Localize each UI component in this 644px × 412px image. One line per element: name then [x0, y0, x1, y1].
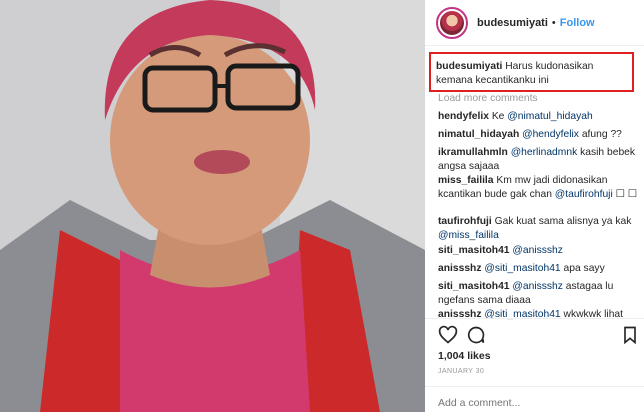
- comment-mention[interactable]: @anissshz: [512, 281, 563, 292]
- comment-mention[interactable]: @miss_failila: [438, 230, 499, 241]
- comment-item: anissshz @siti_masitoh41 apa sayy: [438, 262, 640, 276]
- comment-text: Gak kuat sama alisnya ya kak: [494, 216, 632, 227]
- bookmark-icon[interactable]: [620, 325, 640, 345]
- comment-mention[interactable]: @hendyfelix: [522, 129, 579, 140]
- follow-button[interactable]: Follow: [560, 17, 595, 29]
- post-photo: [0, 0, 425, 412]
- comment-text-suffix: afung ??: [578, 129, 622, 140]
- separator-dot: •: [551, 16, 556, 29]
- comment-text-suffix: ☐ ☐: [612, 189, 637, 200]
- comment-username[interactable]: miss_failila: [438, 175, 494, 186]
- comment-mention[interactable]: @siti_masitoh41: [484, 263, 560, 274]
- caption-username[interactable]: budesumiyati: [436, 61, 502, 72]
- comment-item: taufirohfuji Gak kuat sama alisnya ya ka…: [438, 215, 640, 243]
- action-bar: [438, 325, 638, 347]
- avatar[interactable]: [436, 6, 468, 39]
- comment-username[interactable]: nimatul_hidayah: [438, 129, 519, 140]
- load-more-comments-button[interactable]: Load more comments: [438, 93, 538, 104]
- comment-mention[interactable]: @taufirohfuji: [555, 189, 613, 200]
- comment-item: siti_masitoh41 @anissshz astagaa lu ngef…: [438, 280, 640, 308]
- comment-mention[interactable]: @nimatul_hidayah: [507, 111, 592, 122]
- comment-username[interactable]: hendyfelix: [438, 111, 489, 122]
- likes-count[interactable]: 1,004 likes: [438, 350, 491, 362]
- caption-highlight: budesumiyati Harus kudonasikan kemana ke…: [429, 52, 634, 92]
- comment-username[interactable]: siti_masitoh41: [438, 281, 510, 292]
- comment-item: nimatul_hidayah @hendyfelix afung ??: [438, 128, 640, 142]
- comment-username[interactable]: ikramullahmln: [438, 147, 508, 158]
- add-comment-input[interactable]: [438, 397, 633, 409]
- photo-illustration: [0, 0, 425, 412]
- post-date: JANUARY 30: [438, 368, 485, 375]
- post-username[interactable]: budesumiyati: [477, 17, 548, 29]
- comment-username[interactable]: taufirohfuji: [438, 216, 492, 227]
- post-header: budesumiyati • Follow: [425, 0, 644, 46]
- comment-icon[interactable]: [466, 325, 486, 345]
- comment-username[interactable]: siti_masitoh41: [438, 245, 510, 256]
- comment-username[interactable]: anissshz: [438, 263, 482, 274]
- actions-divider: [425, 318, 644, 319]
- comment-item: ikramullahmln @herlinadmnk kasih bebek a…: [438, 146, 640, 174]
- heart-icon[interactable]: [438, 325, 458, 345]
- comment-text: Ke: [491, 111, 508, 122]
- comment-divider: [425, 386, 644, 387]
- post-side-panel: budesumiyati • Follow budesumiyati Harus…: [425, 0, 644, 412]
- comment-text-suffix: apa sayy: [560, 263, 605, 274]
- comment-item: miss_failila Km mw jadi didonasikan kcan…: [438, 174, 640, 202]
- comment-item: siti_masitoh41 @anissshz: [438, 244, 640, 258]
- comment-item: anissshz @siti_masitoh41 wkwkwk lihat: [438, 308, 640, 322]
- comment-mention[interactable]: @herlinadmnk: [511, 147, 578, 158]
- comment-item: hendyfelix Ke @nimatul_hidayah: [438, 110, 640, 124]
- comment-mention[interactable]: @anissshz: [512, 245, 563, 256]
